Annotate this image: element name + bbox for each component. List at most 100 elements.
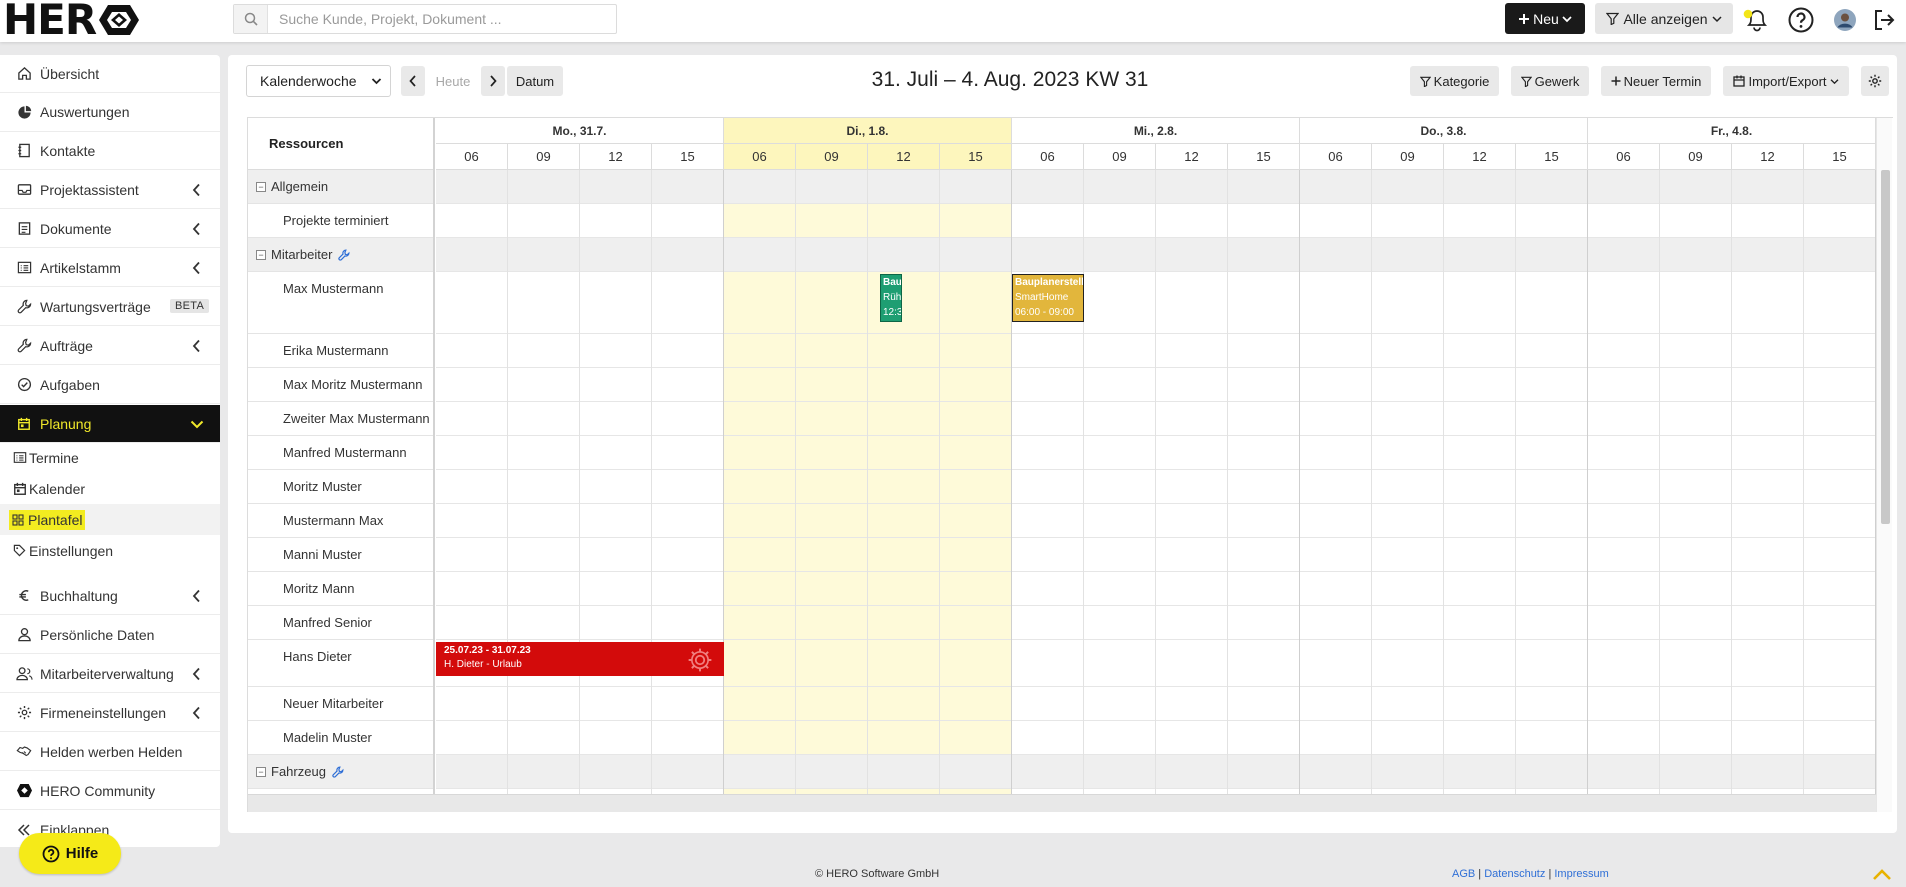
sidebar-item-buchhaltung[interactable]: Buchhaltung [0, 577, 220, 615]
column-divider [1371, 170, 1372, 800]
resource-row-madelin-muster[interactable]: Madelin Muster [248, 721, 433, 755]
timeline-area[interactable]: Mo., 31.7. 06 09 12 15 Di., 1.8. 06 09 12 15 Mi., … [436, 118, 1876, 812]
filter-icon [1520, 76, 1532, 87]
horizontal-scrollbar[interactable] [248, 794, 1876, 812]
wrench-icon[interactable] [332, 766, 344, 778]
resource-row-neuer-mitarbeiter[interactable]: Neuer Mitarbeiter [248, 687, 433, 721]
resource-row-hans-dieter[interactable]: Hans Dieter [248, 640, 433, 687]
sidebar-item-artikelstamm[interactable]: Artikelstamm [0, 249, 220, 287]
column-divider [507, 170, 508, 800]
settings-button[interactable] [1861, 66, 1889, 96]
hour-header: 15 [652, 144, 724, 170]
home-icon [13, 66, 35, 81]
hour-header: 12 [1156, 144, 1228, 170]
agb-link[interactable]: AGB [1452, 868, 1475, 880]
sidebar-item-firmeneinstellungen[interactable]: Firmeneinstellungen [0, 694, 220, 732]
sidebar-item-aufträge[interactable]: Aufträge [0, 327, 220, 365]
notifications-bell-icon[interactable] [1740, 5, 1770, 35]
resource-group-allgemein[interactable]: − Allgemein [248, 170, 433, 204]
sidebar-item-hero-community[interactable]: HERO Community [0, 772, 220, 810]
resource-row-manni-muster[interactable]: Manni Muster [248, 538, 433, 572]
sidebar-item-auswertungen[interactable]: Auswertungen [0, 94, 220, 132]
show-all-filter-button[interactable]: Alle anzeigen [1595, 3, 1733, 34]
today-button[interactable]: Heute [429, 66, 477, 96]
hero-logo[interactable]: HER [3, 0, 140, 41]
sidebar-item-dokumente[interactable]: Dokumente [0, 210, 220, 248]
resource-group-mitarbeiter[interactable]: − Mitarbeiter [248, 238, 433, 272]
new-button[interactable]: Neu [1505, 3, 1585, 34]
trade-filter-button[interactable]: Gewerk [1511, 66, 1589, 96]
category-filter-button[interactable]: Kategorie [1410, 66, 1499, 96]
row-divider [436, 537, 1876, 538]
import-export-button[interactable]: Import/Export [1723, 66, 1849, 96]
resource-row-moritz-muster[interactable]: Moritz Muster [248, 470, 433, 504]
user-avatar[interactable] [1830, 5, 1860, 35]
view-select[interactable]: Kalenderwoche [246, 65, 391, 97]
help-button[interactable]: Hilfe [19, 833, 121, 874]
column-divider [1083, 170, 1084, 800]
appointment-block[interactable]: 25.07.23 - 31.07.23 H. Dieter - Urlaub [436, 642, 724, 676]
gear-icon [1868, 74, 1882, 88]
column-divider [1299, 170, 1300, 800]
privacy-link[interactable]: Datenschutz [1484, 868, 1545, 880]
logout-icon[interactable] [1869, 5, 1899, 35]
resource-row-manfred-mustermann[interactable]: Manfred Mustermann [248, 436, 433, 470]
search-input[interactable] [268, 6, 616, 32]
check-circle-icon [13, 377, 35, 392]
sidebar-item-planung[interactable]: Planung [0, 405, 220, 443]
appointment-block[interactable]: Bauplanerstell SmartHome 06:00 - 09:00 [1012, 274, 1084, 322]
chevron-down-icon [190, 420, 204, 429]
sidebar-item-helden-werben-helden[interactable]: Helden werben Helden [0, 733, 220, 771]
resource-row-max-moritz-mustermann[interactable]: Max Moritz Mustermann [248, 368, 433, 402]
sidebar-item-persönliche-daten[interactable]: Persönliche Daten [0, 616, 220, 654]
chevron-left-icon [192, 183, 201, 197]
new-appointment-button[interactable]: Neuer Termin [1601, 66, 1711, 96]
sidebar-item-mitarbeiterverwaltung[interactable]: Mitarbeiterverwaltung [0, 655, 220, 693]
scrollbar-thumb[interactable] [1881, 170, 1890, 524]
collapse-toggle-icon[interactable]: − [256, 249, 266, 260]
imprint-link[interactable]: Impressum [1554, 868, 1608, 880]
resource-group-fahrzeug[interactable]: − Fahrzeug [248, 755, 433, 789]
resource-row-manfred-senior[interactable]: Manfred Senior [248, 606, 433, 640]
sidebar: Übersicht Auswertungen Kontakte Projektassi… [0, 55, 220, 847]
calendar-icon [1733, 75, 1746, 87]
next-week-button[interactable] [481, 66, 505, 96]
sidebar-subitem-kalender[interactable]: Kalender [0, 473, 220, 504]
hour-header: 15 [1228, 144, 1300, 170]
column-divider [1227, 170, 1228, 800]
sidebar-item-aufgaben[interactable]: Aufgaben [0, 366, 220, 404]
sidebar-item-kontakte[interactable]: Kontakte [0, 132, 220, 170]
wrench-icon[interactable] [338, 249, 350, 261]
collapse-toggle-icon[interactable]: − [256, 766, 266, 777]
resource-row-zweiter-max-mustermann[interactable]: Zweiter Max Mustermann [248, 402, 433, 436]
resource-row-moritz-mann[interactable]: Moritz Mann [248, 572, 433, 606]
date-picker-button[interactable]: Datum [507, 66, 563, 96]
scroll-to-top-icon[interactable] [1872, 867, 1892, 881]
handshake-icon [13, 744, 35, 759]
resource-row-projekte-terminiert[interactable]: Projekte terminiert [248, 204, 433, 238]
hour-header: 15 [1516, 144, 1588, 170]
sidebar-subitem-termine[interactable]: Termine [0, 442, 220, 473]
sidebar-item-projektassistent[interactable]: Projektassistent [0, 171, 220, 209]
hour-header: 09 [1084, 144, 1156, 170]
help-circle-icon[interactable] [1786, 5, 1816, 35]
vertical-scrollbar[interactable] [1876, 118, 1892, 812]
resource-row-erika-mustermann[interactable]: Erika Mustermann [248, 334, 433, 368]
calendar-icon [13, 417, 35, 431]
collapse-toggle-icon[interactable]: − [256, 181, 266, 192]
appointment-block[interactable]: BaupRühn12:30 [880, 274, 902, 322]
resource-row-max-mustermann[interactable]: Max Mustermann [248, 272, 433, 334]
row-divider [436, 686, 1876, 687]
chevron-left-icon [192, 706, 201, 720]
day-header: Fr., 4.8. [1588, 118, 1876, 144]
resource-row-mustermann-max[interactable]: Mustermann Max [248, 504, 433, 538]
global-search[interactable] [233, 4, 617, 34]
previous-week-button[interactable] [401, 66, 425, 96]
sidebar-subitem-einstellungen[interactable]: Einstellungen [0, 535, 220, 566]
row-divider [436, 639, 1876, 640]
beta-badge: BETA [170, 299, 210, 313]
sidebar-item-wartungsverträge[interactable]: Wartungsverträge BETA [0, 288, 220, 326]
sidebar-subitem-plantafel[interactable]: Plantafel [0, 504, 220, 535]
sidebar-item-übersicht[interactable]: Übersicht [0, 55, 220, 93]
plus-icon [1518, 13, 1530, 25]
